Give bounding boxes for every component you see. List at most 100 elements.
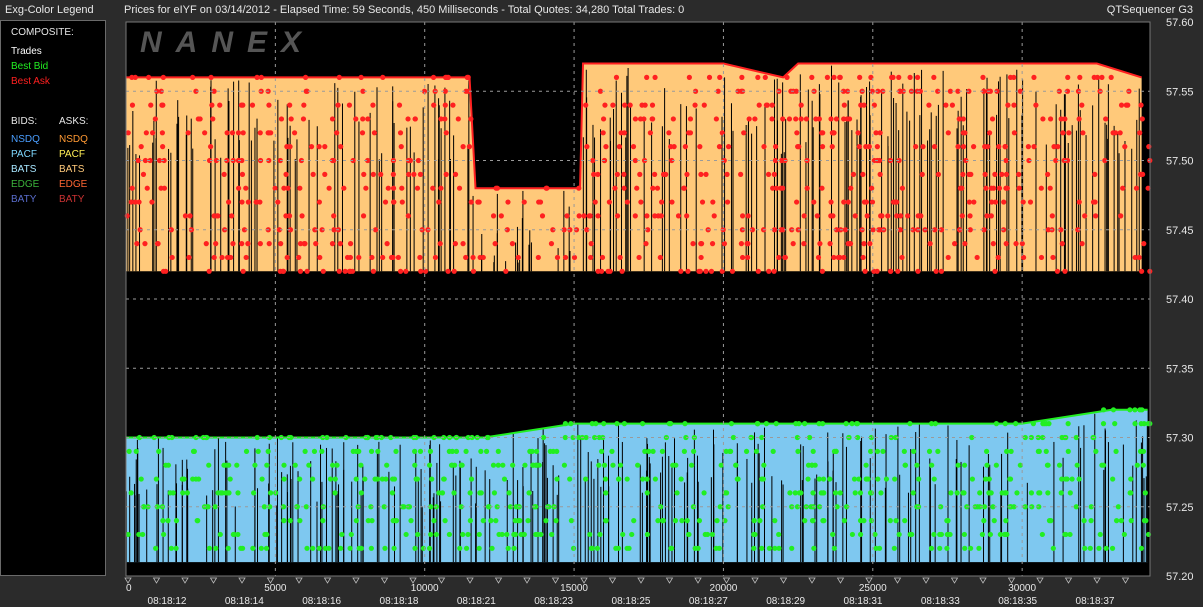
bid-quote-point — [1076, 476, 1082, 482]
ask-quote-point — [1016, 185, 1022, 191]
ask-quote-point — [831, 74, 837, 80]
ask-quote-point — [213, 241, 219, 247]
bid-quote-point — [391, 476, 398, 482]
ask-quote-point — [203, 241, 209, 247]
ask-quote-point — [390, 171, 396, 177]
bid-quote-point — [960, 490, 966, 496]
ask-quote-point — [515, 254, 521, 261]
axis-marker — [466, 577, 474, 584]
ask-quote-point — [980, 74, 986, 80]
bid-quote-point — [1056, 462, 1063, 468]
ask-quote-point — [989, 116, 996, 122]
ask-quote-point — [395, 254, 401, 261]
ask-quote-point — [138, 144, 144, 150]
ask-quote-point — [827, 241, 833, 247]
time-label: 08:18:37 — [1076, 596, 1115, 607]
ask-quote-point — [211, 254, 217, 261]
bid-quote-point — [1003, 518, 1009, 524]
ask-quote-point — [681, 185, 687, 191]
ask-quote-point — [819, 144, 826, 150]
time-label: 08:18:12 — [148, 596, 187, 607]
ask-quote-point — [644, 213, 650, 219]
ask-quote-point — [602, 102, 608, 108]
bid-quote-point — [426, 545, 433, 551]
ask-quote-point — [445, 268, 451, 274]
bid-quote-point — [264, 462, 270, 468]
bid-quote-point — [439, 490, 446, 496]
bid-quote-point — [610, 462, 616, 468]
ask-quote-point — [480, 254, 486, 261]
bid-quote-point — [841, 518, 848, 524]
bid-quote-point — [206, 462, 212, 468]
ask-quote-point — [356, 254, 362, 261]
bid-quote-point — [431, 518, 437, 524]
ask-quote-point — [521, 199, 527, 205]
ask-quote-point — [300, 116, 307, 122]
ask-quote-point — [291, 130, 298, 136]
ask-quote-point — [239, 241, 245, 247]
ask-quote-point — [855, 130, 861, 136]
bid-quote-point — [986, 490, 992, 496]
bid-quote-point — [984, 462, 990, 468]
ask-quote-point — [634, 185, 640, 191]
bid-quote-point — [190, 476, 196, 482]
ask-quote-point — [456, 185, 463, 191]
ask-quote-point — [739, 254, 746, 261]
ask-quote-point — [539, 213, 546, 219]
ask-quote-point — [945, 130, 951, 136]
bid-quote-point — [770, 448, 776, 454]
ask-quote-point — [588, 241, 594, 247]
bid-quote-point — [391, 545, 397, 551]
ask-quote-point — [186, 254, 192, 261]
ask-quote-point — [224, 254, 231, 261]
bid-quote-point — [1142, 490, 1148, 496]
ask-quote-point — [938, 268, 945, 274]
ask-quote-point — [217, 102, 223, 108]
bid-quote-point — [1121, 531, 1127, 538]
ask-quote-point — [336, 268, 342, 274]
bid-quote-point — [1113, 518, 1120, 524]
ask-quote-point — [288, 116, 294, 122]
ask-quote-point — [317, 254, 323, 261]
bid-quote-point — [297, 476, 303, 482]
ask-quote-point — [591, 171, 597, 177]
ask-quote-point — [801, 213, 807, 219]
ask-quote-point — [406, 171, 412, 177]
bid-quote-point — [521, 531, 527, 538]
ask-quote-point — [989, 199, 995, 205]
ask-quote-point — [388, 254, 395, 261]
ask-quote-point — [257, 241, 263, 247]
ask-quote-point — [286, 213, 293, 219]
bid-quote-point — [792, 490, 798, 496]
bid-quote-point — [460, 531, 466, 538]
bid-quote-point — [375, 448, 381, 454]
ask-quote-point — [134, 241, 140, 247]
bid-quote-point — [766, 545, 773, 551]
ask-quote-point — [861, 199, 868, 205]
ask-quote-point — [1137, 130, 1143, 136]
ask-quote-point — [490, 213, 497, 219]
bid-quote-point — [453, 448, 460, 454]
bid-quote-point — [263, 545, 270, 551]
ask-quote-point — [988, 185, 994, 191]
bid-quote-point — [615, 476, 622, 482]
ask-quote-point — [1003, 241, 1009, 247]
ask-quote-point — [960, 144, 967, 150]
bid-quote-point — [735, 476, 741, 482]
ask-quote-point — [535, 254, 541, 261]
bid-quote-point — [235, 531, 241, 538]
ask-quote-point — [819, 130, 825, 136]
ask-quote-point — [996, 144, 1002, 150]
ask-quote-point — [498, 213, 504, 219]
ask-quote-point — [149, 199, 155, 205]
bid-quote-point — [530, 462, 536, 468]
bid-quote-point — [161, 531, 167, 538]
ask-quote-point — [1080, 130, 1086, 136]
bid-quote-point — [709, 531, 715, 538]
y-tick-label: 57.35 — [1166, 363, 1194, 375]
ask-quote-point — [606, 199, 612, 205]
ask-quote-point — [422, 268, 429, 274]
ask-quote-point — [1047, 116, 1054, 122]
bid-quote-point — [789, 545, 795, 551]
bid-quote-point — [759, 476, 765, 482]
